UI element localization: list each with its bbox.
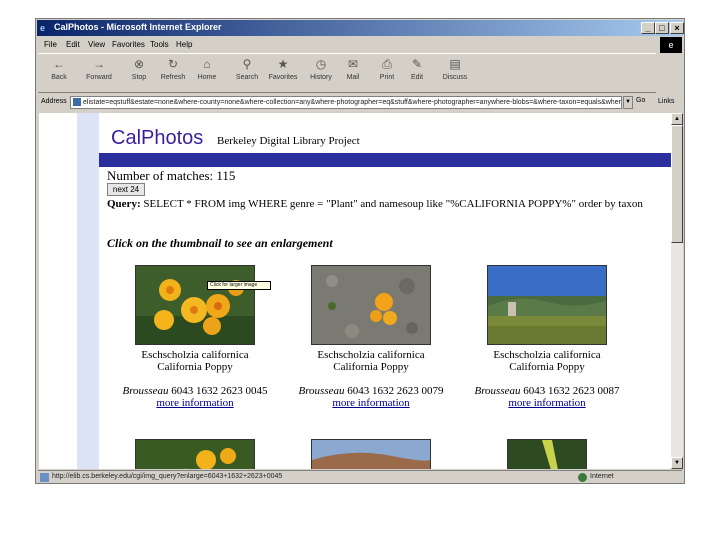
match-count: Number of matches: 115 — [107, 168, 235, 184]
query-value: SELECT * FROM img WHERE genre = "Plant" … — [140, 198, 643, 210]
internet-zone-icon — [578, 473, 587, 482]
menu-view[interactable]: View — [88, 40, 105, 49]
menu-bar: File Edit View Favorites Tools Help — [38, 38, 682, 52]
card-3-common-name: California Poppy — [509, 361, 585, 373]
thumbnail-3[interactable] — [487, 265, 607, 345]
thumbnail-1[interactable] — [135, 265, 255, 345]
query-label: Query: — [107, 198, 141, 210]
address-input[interactable]: elistate=eqstuff&estate=none&where-count… — [70, 96, 622, 109]
poppy-photo-3 — [488, 266, 606, 344]
forward-arrow-icon: → — [93, 57, 105, 71]
thumbnail-6[interactable] — [507, 439, 587, 469]
card-3-caption: Eschscholzia californica California Popp… — [447, 349, 647, 373]
ie-icon: e — [40, 23, 46, 33]
history-icon: ◷ — [315, 57, 327, 71]
card-3-more-link[interactable]: more information — [508, 397, 585, 409]
minimize-button[interactable]: _ — [641, 22, 655, 34]
menu-favorites[interactable]: Favorites — [112, 40, 145, 49]
home-icon: ⌂ — [203, 57, 211, 71]
back-button[interactable]: ← Back — [40, 56, 78, 92]
edit-button[interactable]: ✎ Edit — [398, 56, 436, 92]
scroll-thumb[interactable] — [671, 125, 683, 243]
card-1-id: 6043 1632 2623 0045 — [168, 385, 268, 397]
refresh-icon: ↻ — [167, 57, 179, 71]
browser-window: e CalPhotos - Microsoft Internet Explore… — [35, 18, 685, 484]
menu-file[interactable]: File — [44, 40, 57, 49]
page-viewport: CalPhotos Berkeley Digital Library Proje… — [39, 113, 671, 469]
page-subtitle: Berkeley Digital Library Project — [217, 135, 360, 147]
address-label: Address — [41, 98, 67, 105]
links-button[interactable]: Links — [658, 98, 674, 105]
title-bar: e CalPhotos - Microsoft Internet Explore… — [37, 20, 684, 36]
address-dropdown-icon[interactable]: ▼ — [623, 96, 633, 109]
home-button[interactable]: ⌂ Home — [188, 56, 226, 92]
thumbnail-5[interactable] — [311, 439, 431, 469]
card-2-caption: Eschscholzia californica California Popp… — [271, 349, 471, 373]
thumbnail-4[interactable] — [135, 439, 255, 469]
close-button[interactable]: × — [670, 22, 684, 34]
menu-edit[interactable]: Edit — [66, 40, 80, 49]
card-2-more-link[interactable]: more information — [332, 397, 409, 409]
search-icon: ⚲ — [242, 57, 252, 71]
card-2-photographer: Brousseau — [298, 385, 345, 397]
card-2-common-name: California Poppy — [333, 361, 409, 373]
next-button[interactable]: next 24 — [107, 183, 145, 196]
poppy-photo-6 — [508, 440, 586, 469]
go-button[interactable]: Go — [636, 97, 656, 104]
calphotos-logo[interactable]: CalPhotos — [111, 127, 203, 150]
mail-button[interactable]: ✉ Mail — [334, 56, 372, 92]
menu-tools[interactable]: Tools — [150, 40, 169, 49]
toolbar: ← Back → Forward ⊗ Stop ↻ Refresh ⌂ Home ⚲ Sea… — [38, 53, 656, 93]
matches-label: Number of matches: — [107, 168, 214, 183]
thumbnail-2[interactable] — [311, 265, 431, 345]
card-1-photographer: Brousseau — [122, 385, 169, 397]
poppy-photo-2 — [312, 266, 430, 344]
refresh-button[interactable]: ↻ Refresh — [154, 56, 192, 92]
print-icon: ⎙ — [382, 57, 392, 71]
window-title: CalPhotos - Microsoft Internet Explorer — [54, 22, 222, 32]
page-sidebar-strip — [77, 113, 99, 469]
header-band — [99, 153, 671, 167]
page-icon — [73, 98, 81, 106]
card-1-more-link[interactable]: more information — [156, 397, 233, 409]
address-bar: Address elistate=eqstuff&estate=none&whe… — [38, 95, 682, 111]
thumbnail-tooltip: Click for larger image — [207, 281, 271, 290]
security-zone: Internet — [590, 473, 614, 480]
card-2-id: 6043 1632 2623 0079 — [344, 385, 444, 397]
card-3-scientific-name: Eschscholzia californica — [493, 349, 601, 361]
ie-throbber-icon: e — [660, 37, 682, 53]
mail-icon: ✉ — [347, 57, 359, 71]
card-2-scientific-name: Eschscholzia californica — [317, 349, 425, 361]
card-3-id: 6043 1632 2623 0087 — [520, 385, 620, 397]
forward-button[interactable]: → Forward — [80, 56, 118, 92]
instruction-text: Click on the thumbnail to see an enlarge… — [107, 236, 333, 250]
scroll-up-icon[interactable]: ▲ — [671, 113, 683, 125]
vertical-scrollbar[interactable]: ▲ ▼ — [671, 113, 683, 469]
edit-icon: ✎ — [411, 57, 423, 71]
stop-icon: ⊗ — [133, 57, 145, 71]
status-text: http://elib.cs.berkeley.edu/cgi/img_quer… — [52, 473, 283, 480]
maximize-button[interactable]: □ — [655, 22, 669, 34]
menu-help[interactable]: Help — [176, 40, 192, 49]
card-1-common-name: California Poppy — [157, 361, 233, 373]
favorites-button[interactable]: ★ Favorites — [264, 56, 302, 92]
poppy-photo-1 — [136, 266, 254, 344]
query-text: Query: SELECT * FROM img WHERE genre = "… — [107, 198, 647, 210]
card-3-photographer: Brousseau — [474, 385, 521, 397]
favorites-icon: ★ — [277, 57, 289, 71]
matches-value: 115 — [213, 168, 236, 183]
scroll-down-icon[interactable]: ▼ — [671, 457, 683, 469]
card-1-scientific-name: Eschscholzia californica — [141, 349, 249, 361]
stop-button[interactable]: ⊗ Stop — [120, 56, 158, 92]
search-button[interactable]: ⚲ Search — [228, 56, 266, 92]
poppy-photo-4 — [136, 440, 254, 469]
card-3-credit: Brousseau 6043 1632 2623 0087 more infor… — [442, 385, 652, 409]
poppy-photo-5 — [312, 440, 430, 469]
discuss-button[interactable]: ▤ Discuss — [436, 56, 474, 92]
status-bar: http://elib.cs.berkeley.edu/cgi/img_quer… — [38, 470, 682, 483]
back-arrow-icon: ← — [53, 57, 65, 71]
status-page-icon — [40, 473, 49, 482]
card-1-caption: Eschscholzia californica California Popp… — [95, 349, 295, 373]
discuss-icon: ▤ — [449, 57, 461, 71]
